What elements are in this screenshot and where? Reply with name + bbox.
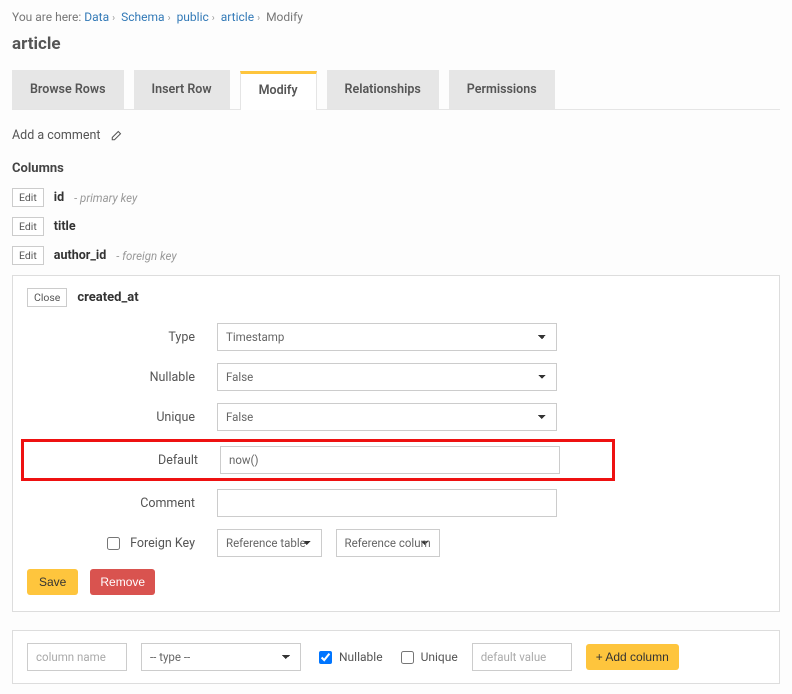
tab-modify[interactable]: Modify xyxy=(240,71,317,110)
comment-label: Comment xyxy=(27,496,217,511)
expanded-column-name: created_at xyxy=(77,290,138,305)
column-meta: - foreign key xyxy=(116,249,176,263)
add-column-panel: -- type -- Nullable Unique + Add column xyxy=(12,630,780,684)
column-name: author_id xyxy=(54,248,106,263)
tab-insert-row[interactable]: Insert Row xyxy=(134,70,230,109)
add-comment-label: Add a comment xyxy=(12,128,100,143)
crumb-schema[interactable]: Schema xyxy=(121,10,164,24)
tab-browse-rows[interactable]: Browse Rows xyxy=(12,70,124,109)
new-column-type-select[interactable]: -- type -- xyxy=(141,643,301,671)
comment-input[interactable] xyxy=(217,489,557,517)
fk-ref-table-select[interactable]: Reference table xyxy=(217,529,322,557)
new-column-nullable-checkbox[interactable] xyxy=(319,651,332,664)
add-comment-link[interactable]: Add a comment xyxy=(12,128,780,143)
new-column-nullable-label: Nullable xyxy=(339,650,383,664)
page-title: article xyxy=(12,34,780,54)
remove-button[interactable]: Remove xyxy=(90,569,155,595)
fk-ref-column-select[interactable]: Reference column xyxy=(336,529,441,557)
tab-bar: Browse Rows Insert Row Modify Relationsh… xyxy=(12,70,780,110)
add-column-button[interactable]: + Add column xyxy=(586,644,679,670)
new-column-unique-label: Unique xyxy=(421,650,458,664)
edit-button[interactable]: Edit xyxy=(12,217,44,236)
unique-label: Unique xyxy=(27,410,217,425)
breadcrumb: You are here: Data› Schema› public› arti… xyxy=(12,10,780,24)
edit-icon xyxy=(110,130,122,142)
default-row-highlight: Default xyxy=(21,439,615,481)
breadcrumb-prefix: You are here: xyxy=(12,10,81,24)
crumb-modify: Modify xyxy=(266,10,303,24)
nullable-select[interactable]: False xyxy=(217,363,557,391)
type-select[interactable]: Timestamp xyxy=(217,323,557,351)
column-name: title xyxy=(54,219,76,234)
nullable-label: Nullable xyxy=(27,370,217,385)
new-column-default-input[interactable] xyxy=(472,643,572,671)
default-input[interactable] xyxy=(220,446,560,474)
edit-button[interactable]: Edit xyxy=(12,188,44,207)
column-row-id: Edit id - primary key xyxy=(12,188,780,207)
new-column-name-input[interactable] xyxy=(27,643,127,671)
tab-relationships[interactable]: Relationships xyxy=(327,70,439,109)
edit-button[interactable]: Edit xyxy=(12,246,44,265)
save-button[interactable]: Save xyxy=(27,569,78,595)
unique-select[interactable]: False xyxy=(217,403,557,431)
column-row-title: Edit title xyxy=(12,217,780,236)
type-label: Type xyxy=(27,330,217,345)
crumb-article[interactable]: article xyxy=(221,10,254,24)
new-column-unique-checkbox[interactable] xyxy=(401,651,414,664)
default-label: Default xyxy=(30,453,220,468)
column-edit-panel: Close created_at Type Timestamp Nullable… xyxy=(12,275,780,612)
column-name: id xyxy=(54,190,64,205)
close-button[interactable]: Close xyxy=(27,288,67,307)
crumb-public[interactable]: public xyxy=(177,10,209,24)
columns-heading: Columns xyxy=(12,161,780,176)
crumb-data[interactable]: Data xyxy=(84,10,109,24)
column-row-author-id: Edit author_id - foreign key xyxy=(12,246,780,265)
fk-label: Foreign Key xyxy=(130,536,195,551)
tab-permissions[interactable]: Permissions xyxy=(449,70,555,109)
fk-checkbox[interactable] xyxy=(107,537,120,550)
column-meta: - primary key xyxy=(74,191,137,205)
